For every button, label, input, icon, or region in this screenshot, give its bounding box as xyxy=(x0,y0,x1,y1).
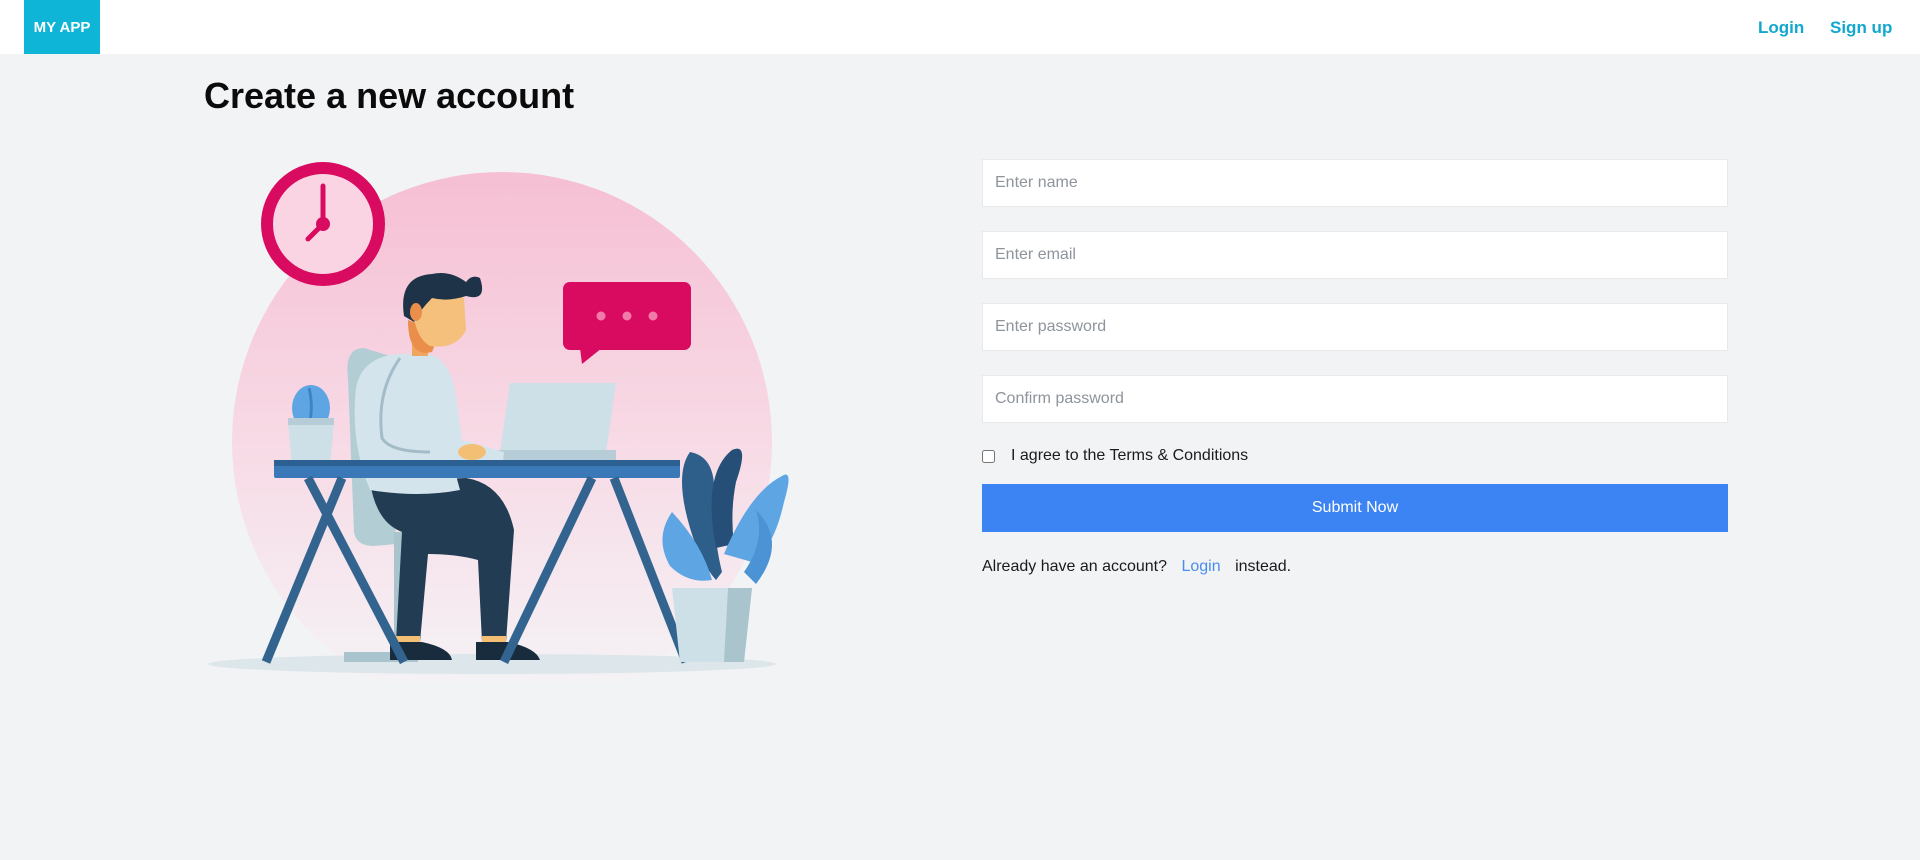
nav-login-link[interactable]: Login xyxy=(1758,18,1804,38)
clock-icon xyxy=(261,162,385,286)
name-input[interactable] xyxy=(982,159,1728,207)
already-account-row: Already have an account? Login instead. xyxy=(982,558,1291,576)
laptop-icon xyxy=(494,383,616,460)
submit-button[interactable]: Submit Now xyxy=(982,484,1728,532)
instead-text: instead. xyxy=(1235,558,1292,575)
page-title: Create a new account xyxy=(204,75,575,116)
password-input[interactable] xyxy=(982,303,1728,351)
already-account-text: Already have an account? xyxy=(982,558,1168,575)
terms-checkbox[interactable] xyxy=(982,449,995,463)
navbar: MY APP Login Sign up xyxy=(0,0,1920,54)
workspace-illustration xyxy=(208,162,789,682)
email-input[interactable] xyxy=(982,231,1728,279)
terms-label: I agree to the Terms & Conditions xyxy=(1011,447,1249,464)
brand-logo[interactable]: MY APP xyxy=(24,0,100,54)
login-instead-link[interactable]: Login xyxy=(1181,558,1220,575)
nav-signup-link[interactable]: Sign up xyxy=(1830,18,1892,38)
terms-row: I agree to the Terms & Conditions xyxy=(982,444,1248,468)
confirm-password-input[interactable] xyxy=(982,375,1728,423)
cactus-icon xyxy=(288,385,334,464)
